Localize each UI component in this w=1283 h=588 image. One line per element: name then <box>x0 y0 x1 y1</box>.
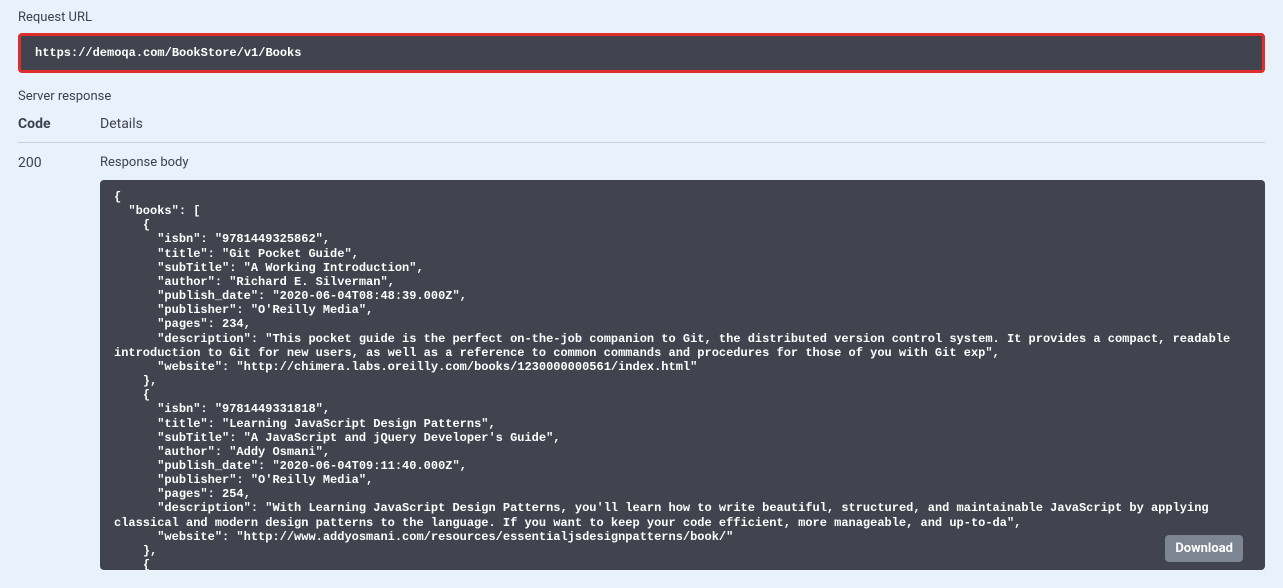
details-header: Details <box>100 116 1265 132</box>
request-url-value: https://demoqa.com/BookStore/v1/Books <box>35 46 1248 60</box>
response-headers-row: Code Details <box>18 116 1265 143</box>
response-details-col: Response body { "books": [ { "isbn": "97… <box>100 155 1265 570</box>
response-panel: Request URL https://demoqa.com/BookStore… <box>0 10 1283 588</box>
response-code-value: 200 <box>18 155 100 570</box>
request-url-label: Request URL <box>18 10 1265 25</box>
response-body-content[interactable]: { "books": [ { "isbn": "9781449325862", … <box>100 180 1265 570</box>
response-body-label: Response body <box>100 155 1265 170</box>
response-row: 200 Response body { "books": [ { "isbn":… <box>18 155 1265 570</box>
server-response-label: Server response <box>18 89 1265 104</box>
download-button[interactable]: Download <box>1165 535 1243 562</box>
request-url-box: https://demoqa.com/BookStore/v1/Books <box>18 33 1265 73</box>
response-body-wrap: { "books": [ { "isbn": "9781449325862", … <box>100 180 1265 570</box>
code-header: Code <box>18 116 100 132</box>
